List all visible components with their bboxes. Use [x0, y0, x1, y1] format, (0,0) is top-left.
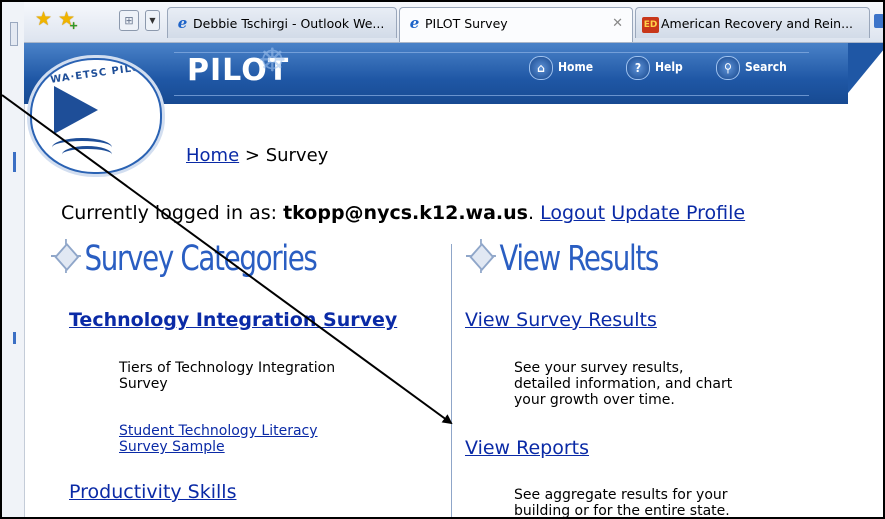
browser-window: ★ ★ + ⊞ ▼ e Debbie Tschirgi - Outlook We..…	[0, 0, 885, 519]
annotation-arrow	[2, 94, 453, 425]
